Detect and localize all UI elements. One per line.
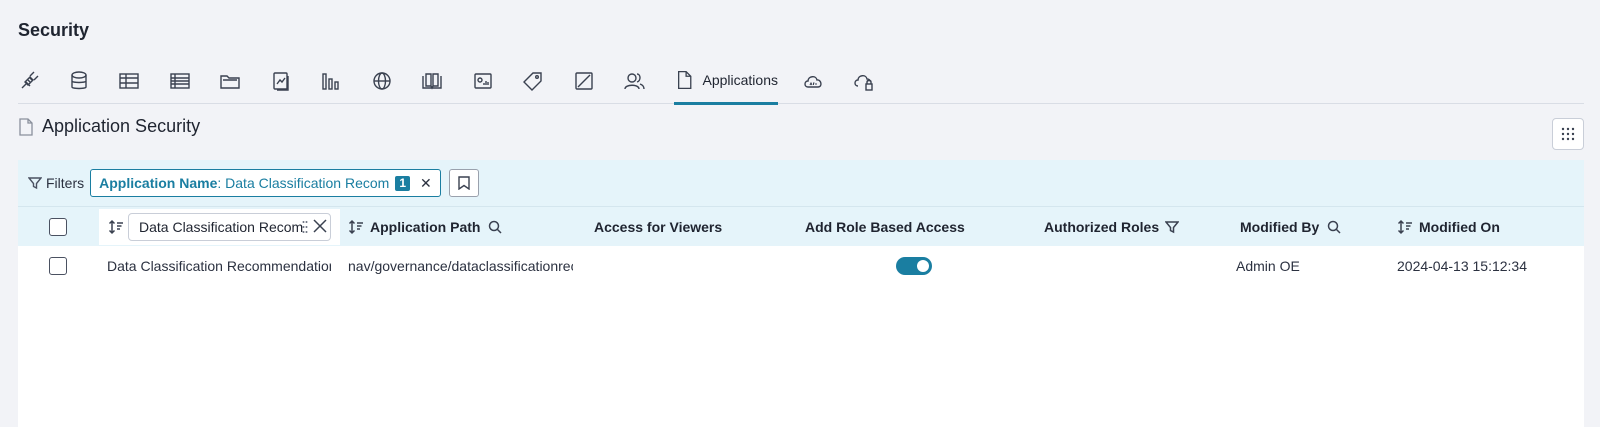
filter-chip-count: 1 — [395, 175, 411, 191]
filters-toggle[interactable]: Filters — [28, 175, 84, 191]
filter-icon — [28, 177, 42, 190]
table-icon — [119, 73, 139, 89]
tab-analytics[interactable] — [320, 58, 342, 104]
search-icon[interactable] — [1327, 220, 1341, 234]
toggle-knob — [917, 260, 929, 272]
tab-applications[interactable]: Applications — [674, 58, 778, 105]
report-icon — [273, 72, 289, 91]
modified-on-column-header[interactable]: Modified On — [1397, 207, 1500, 247]
name-column-filter-input[interactable]: Data Classification Recom — [128, 213, 331, 241]
filter-chip-key: Application Name — [99, 175, 218, 191]
tab-bar: Applications — [18, 58, 1584, 105]
modified-by-column-label: Modified By — [1240, 219, 1320, 235]
folder-icon — [220, 75, 240, 89]
role-access-column-header[interactable]: Add Role Based Access — [805, 207, 965, 247]
tab-web[interactable] — [371, 58, 393, 104]
tab-tables[interactable] — [118, 58, 140, 104]
row-name[interactable]: Data Classification Recommendation — [107, 246, 331, 286]
document-icon — [19, 117, 33, 136]
clear-filter-icon[interactable] — [313, 219, 327, 233]
roles-column-header[interactable]: Authorized Roles — [1044, 207, 1180, 247]
path-column-header[interactable]: Application Path — [348, 207, 502, 247]
tab-databases[interactable] — [68, 58, 90, 104]
plug-icon — [21, 71, 39, 89]
document-icon — [678, 70, 692, 90]
chart-line-icon — [575, 72, 593, 90]
row-modified-by: Admin OE — [1236, 258, 1300, 274]
filter-chip-value: : Data Classification Recom — [217, 175, 390, 191]
sort-icon[interactable] — [348, 219, 364, 235]
table-panel: Filters Application Name : Data Classifi… — [18, 160, 1584, 427]
tag-icon — [523, 72, 542, 91]
table-header: Data Classification Recom Application Pa… — [18, 206, 1584, 246]
checkbox[interactable] — [49, 257, 67, 275]
filter-icon[interactable] — [1165, 220, 1180, 234]
sort-icon[interactable] — [108, 219, 124, 235]
role-access-toggle[interactable] — [896, 257, 932, 275]
role-access-column-label: Add Role Based Access — [805, 219, 965, 235]
table-row[interactable]: Data Classification Recommendation nav/g… — [18, 246, 1584, 286]
tab-users[interactable] — [623, 58, 645, 104]
tab-applications-label: Applications — [702, 72, 779, 88]
page-title: Security — [18, 20, 90, 40]
tab-tags[interactable] — [522, 58, 544, 104]
checkbox[interactable] — [49, 218, 67, 236]
tab-dashboards[interactable] — [472, 58, 494, 104]
search-icon[interactable] — [488, 220, 502, 234]
bar-chart-icon — [322, 73, 339, 90]
tab-columns[interactable] — [169, 58, 191, 104]
row-viewers — [594, 246, 774, 286]
grid-menu-button[interactable] — [1552, 118, 1584, 150]
filter-chip[interactable]: Application Name : Data Classification R… — [90, 169, 441, 197]
tab-api-security[interactable] — [852, 58, 874, 104]
row-modified-on: 2024-04-13 15:12:34 — [1397, 258, 1527, 274]
globe-icon — [373, 72, 391, 90]
columns-table-icon — [170, 73, 190, 89]
users-icon — [624, 73, 645, 90]
book-icon — [422, 73, 442, 90]
close-icon[interactable]: ✕ — [420, 175, 432, 192]
tab-glossary[interactable] — [421, 58, 443, 104]
tab-reports[interactable] — [270, 58, 292, 104]
modified-by-column-header[interactable]: Modified By — [1240, 207, 1341, 247]
cloud-api-lock-icon — [854, 75, 873, 91]
role-access-toggle-cell — [896, 246, 932, 286]
filters-label: Filters — [46, 175, 85, 191]
select-all-checkbox[interactable] — [49, 207, 67, 247]
tab-connections[interactable] — [18, 58, 40, 104]
sort-icon[interactable] — [1397, 219, 1413, 235]
drag-handle-icon[interactable] — [302, 220, 308, 234]
viewers-column-label: Access for Viewers — [594, 219, 723, 235]
row-roles — [1044, 246, 1224, 286]
tab-folders[interactable] — [219, 58, 241, 104]
roles-column-label: Authorized Roles — [1044, 219, 1160, 235]
dashboard-icon — [474, 73, 492, 89]
tab-api[interactable] — [802, 58, 824, 104]
path-column-label: Application Path — [370, 219, 481, 235]
section-header: Application Security — [18, 116, 200, 137]
section-title: Application Security — [42, 116, 201, 136]
modified-on-column-label: Modified On — [1419, 219, 1500, 235]
bookmark-icon — [458, 176, 470, 190]
save-filter-button[interactable] — [448, 169, 479, 197]
cloud-api-icon — [804, 76, 822, 88]
name-column-header: Data Classification Recom — [99, 209, 340, 245]
filter-bar: Filters Application Name : Data Classifi… — [18, 160, 1584, 206]
row-checkbox[interactable] — [49, 246, 67, 286]
row-path: nav/governance/dataclassificationrecomme… — [348, 258, 573, 274]
name-column-filter-value: Data Classification Recom — [139, 219, 304, 235]
tab-metrics[interactable] — [573, 58, 595, 104]
viewers-column-header[interactable]: Access for Viewers — [594, 207, 722, 247]
database-icon — [71, 71, 87, 90]
grid-dots-icon — [1561, 127, 1575, 141]
